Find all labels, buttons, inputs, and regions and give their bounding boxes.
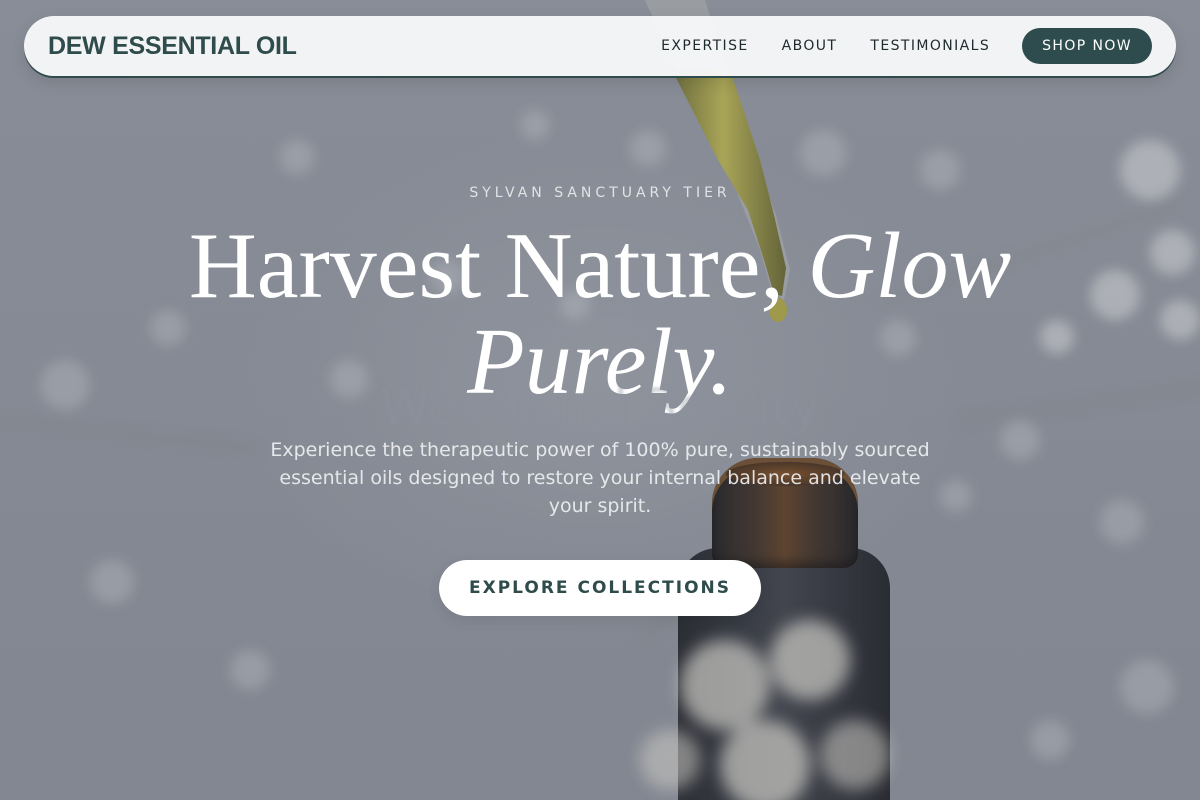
headline-plain: Harvest Nature,: [188, 214, 808, 318]
headline-italic-glow: Glow: [807, 214, 1012, 318]
shop-now-button[interactable]: SHOP NOW: [1022, 28, 1152, 64]
top-navigation-bar: DEW ESSENTIAL OIL EXPERTISE ABOUT TESTIM…: [24, 16, 1176, 76]
explore-collections-button[interactable]: EXPLORE COLLECTIONS: [439, 560, 761, 616]
brand-logo[interactable]: DEW ESSENTIAL OIL: [48, 32, 297, 61]
nav-link-testimonials[interactable]: TESTIMONIALS: [870, 38, 990, 54]
hero-eyebrow: SYLVAN SANCTUARY TIER: [469, 185, 731, 201]
hero-description: Experience the therapeutic power of 100%…: [270, 439, 930, 517]
nav-links: EXPERTISE ABOUT TESTIMONIALS SHOP NOW: [661, 28, 1152, 64]
hero-ghost-text: Woodland Beauty: [380, 378, 820, 436]
nav-link-about[interactable]: ABOUT: [782, 38, 838, 54]
nav-link-expertise[interactable]: EXPERTISE: [661, 38, 748, 54]
